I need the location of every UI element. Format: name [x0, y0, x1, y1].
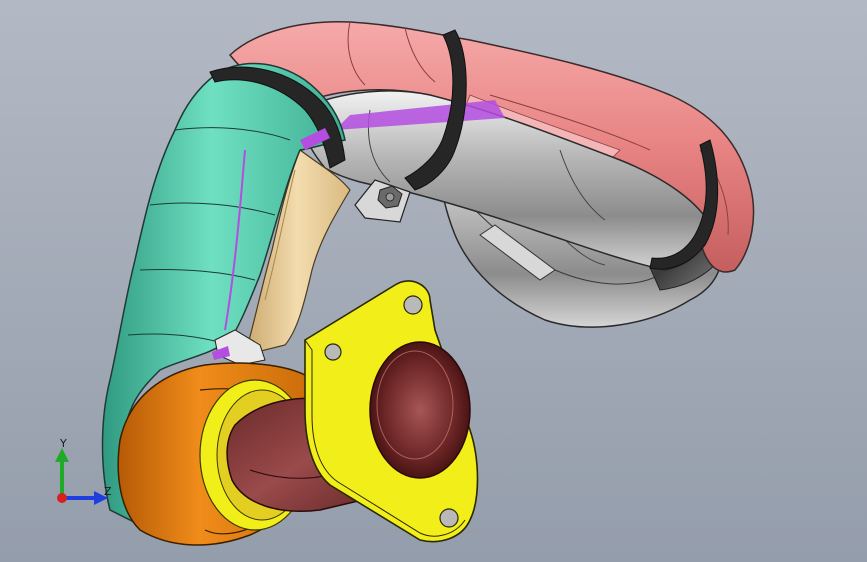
3d-model-view[interactable]: [0, 0, 867, 562]
y-axis-label: Y: [59, 437, 67, 450]
bolt-hole-bottom: [439, 508, 459, 528]
y-axis-arrow: [55, 448, 69, 462]
bolt-hole-top: [403, 295, 423, 315]
model-viewport[interactable]: Y Z: [0, 0, 867, 562]
flange-bore: [369, 341, 471, 479]
coordinate-triad: Y Z: [55, 437, 112, 505]
bolt-hole-left: [324, 343, 342, 361]
z-axis-label: Z: [104, 485, 112, 498]
triad-origin: [57, 493, 67, 503]
